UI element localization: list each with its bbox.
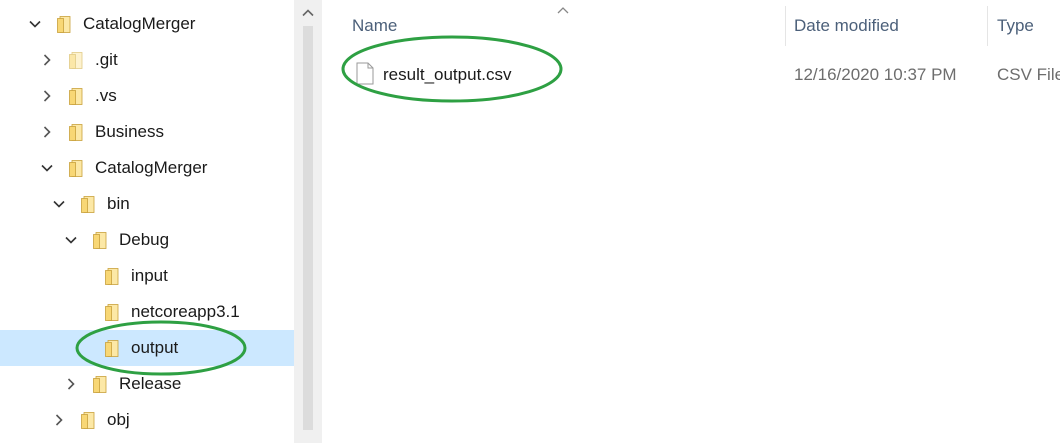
tree-item-catalogmerger-root[interactable]: CatalogMerger [0, 6, 294, 42]
file-name[interactable]: result_output.csv [383, 65, 512, 85]
folder-icon [105, 304, 119, 321]
folder-icon [81, 412, 95, 429]
tree-item-label: CatalogMerger [95, 158, 208, 177]
tree-item-release[interactable]: Release [0, 366, 294, 402]
column-header-type[interactable]: Type [997, 16, 1034, 36]
column-header-name[interactable]: Name [352, 16, 397, 36]
folder-icon [69, 160, 83, 177]
file-list-pane: Name Date modified Type result_output.cs… [322, 0, 1060, 443]
column-header-date-modified[interactable]: Date modified [794, 16, 899, 36]
file-type: CSV File [997, 65, 1060, 84]
tree-item-label: Release [119, 374, 182, 393]
tree-item-vs[interactable]: .vs [0, 78, 294, 114]
navigation-scrollbar[interactable] [294, 0, 322, 443]
chevron-right-icon[interactable] [40, 125, 54, 139]
navigation-pane: CatalogMerger .git .vs Business CatalogM… [0, 0, 294, 443]
folder-icon [57, 16, 71, 33]
tree-item-business[interactable]: Business [0, 114, 294, 150]
tree-item-input[interactable]: input [0, 258, 294, 294]
tree-item-bin[interactable]: bin [0, 186, 294, 222]
folder-icon [105, 268, 119, 285]
chevron-down-icon[interactable] [28, 17, 42, 31]
file-icon [356, 62, 374, 85]
chevron-down-icon[interactable] [52, 197, 66, 211]
chevron-right-icon[interactable] [40, 89, 54, 103]
tree-item-label: .git [95, 50, 118, 69]
tree-item-output[interactable]: output [0, 330, 294, 366]
tree-item-label: input [131, 266, 168, 285]
chevron-down-icon[interactable] [64, 233, 78, 247]
file-row[interactable]: result_output.csv 12/16/2020 10:37 PM CS… [322, 56, 1060, 92]
tree-item-label: CatalogMerger [83, 14, 196, 33]
tree-item-label: .vs [95, 86, 117, 105]
folder-icon [93, 232, 107, 249]
tree-item-netcoreapp[interactable]: netcoreapp3.1 [0, 294, 294, 330]
chevron-down-icon[interactable] [40, 161, 54, 175]
file-date-modified: 12/16/2020 10:37 PM [794, 65, 957, 84]
tree-item-label: obj [107, 410, 130, 429]
chevron-right-icon[interactable] [40, 53, 54, 67]
tree-item-label: Debug [119, 230, 170, 249]
tree-item-label: bin [107, 194, 130, 213]
folder-icon [105, 340, 119, 357]
folder-icon [81, 196, 95, 213]
tree-item-label: netcoreapp3.1 [131, 302, 240, 321]
column-divider[interactable] [785, 6, 786, 46]
chevron-right-icon[interactable] [64, 377, 78, 391]
folder-icon [69, 88, 83, 105]
tree-item-catalogmerger-project[interactable]: CatalogMerger [0, 150, 294, 186]
folder-icon [69, 124, 83, 141]
tree-item-git[interactable]: .git [0, 42, 294, 78]
tree-item-obj[interactable]: obj [0, 402, 294, 438]
tree-item-label: Business [95, 122, 164, 141]
sort-ascending-icon [556, 2, 570, 14]
chevron-right-icon[interactable] [52, 413, 66, 427]
tree-item-label: output [131, 338, 179, 357]
folder-icon [69, 52, 83, 69]
scrollbar-thumb[interactable] [303, 26, 313, 430]
scroll-up-icon[interactable] [301, 6, 315, 20]
column-divider[interactable] [987, 6, 988, 46]
tree-item-debug[interactable]: Debug [0, 222, 294, 258]
folder-icon [93, 376, 107, 393]
